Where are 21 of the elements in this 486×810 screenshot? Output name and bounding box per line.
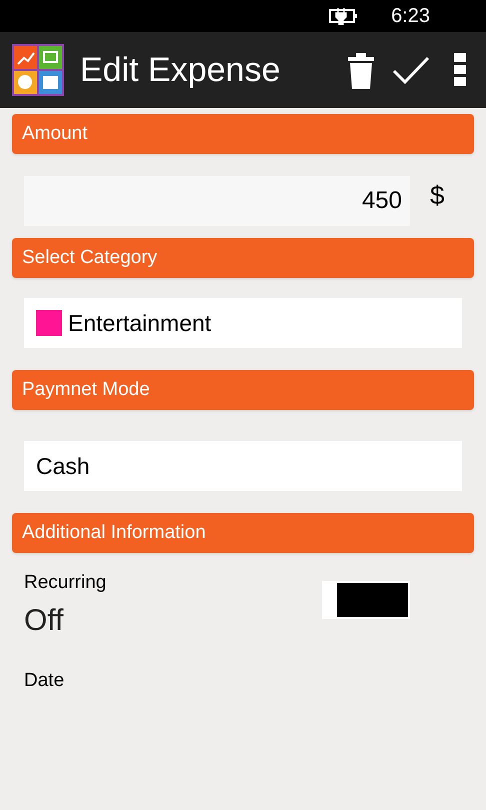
- battery-charging-icon: [329, 7, 360, 25]
- recurring-toggle[interactable]: [322, 581, 410, 619]
- section-header: Amount: [12, 114, 474, 154]
- section-header: Select Category: [12, 238, 474, 278]
- payment-mode-field[interactable]: Cash: [24, 441, 462, 491]
- category-field[interactable]: Entertainment: [24, 298, 462, 348]
- currency-symbol: $: [430, 178, 444, 212]
- app-logo-icon: [12, 44, 64, 96]
- category-name: Entertainment: [68, 308, 212, 338]
- amount-field[interactable]: 450: [24, 176, 410, 226]
- section-header: Additional Information: [12, 513, 474, 553]
- date-label: Date: [24, 668, 66, 692]
- checkmark-icon: [392, 55, 430, 85]
- more-button[interactable]: [454, 53, 466, 87]
- save-button[interactable]: [392, 55, 430, 85]
- recurring-state: Off: [24, 602, 64, 638]
- recurring-label: Recurring: [24, 571, 108, 595]
- more-icon: [454, 53, 466, 87]
- clock-time: 6:23: [391, 4, 430, 29]
- page-title: Edit Expense: [80, 50, 282, 90]
- section-header: Paymnet Mode: [12, 370, 474, 410]
